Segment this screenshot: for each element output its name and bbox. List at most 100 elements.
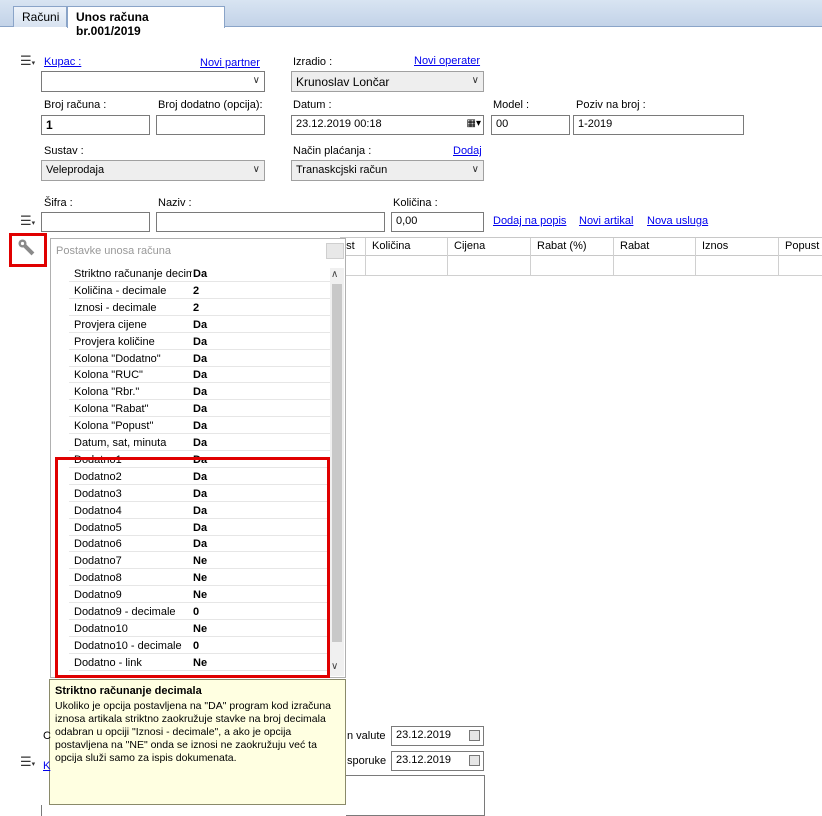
setting-name: Količina - decimale (74, 284, 167, 297)
chevron-down-icon: ∨ (252, 164, 260, 175)
setting-value[interactable]: Da (193, 420, 207, 432)
settings-row[interactable]: Striktno računanje decimalaDa (52, 265, 330, 282)
menu-icon[interactable]: ☰▾ (20, 755, 36, 768)
setting-value[interactable]: 2 (193, 285, 199, 297)
setting-name: Iznosi - decimale (74, 301, 157, 314)
naziv-input[interactable] (156, 212, 385, 232)
scroll-up-icon[interactable]: ∧ (331, 269, 338, 280)
datum-valute-input[interactable]: 23.12.2019 (391, 726, 484, 746)
model-label: Model : (493, 99, 530, 111)
setting-value[interactable]: Da (193, 319, 207, 331)
sustav-select[interactable]: Veleprodaja ∨ (41, 160, 265, 181)
grid-col-header[interactable]: Količina (365, 238, 447, 256)
datum-label: Datum : (293, 99, 332, 111)
chevron-down-icon: ∨ (471, 75, 479, 86)
model-input[interactable]: 00 (491, 115, 570, 135)
settings-wrench-button[interactable] (9, 233, 47, 267)
nacin-placanja-label: Način plaćanja : (293, 145, 372, 157)
poziv-label: Poziv na broj : (576, 99, 646, 111)
setting-name: Provjera količine (74, 335, 155, 348)
kupac-label-link[interactable]: Kupac : (44, 56, 81, 68)
grid-col-header[interactable]: Cijena (447, 238, 530, 256)
setting-value[interactable]: Da (193, 353, 207, 365)
tooltip-body: Ukoliko je opcija postavljena na "DA" pr… (55, 700, 331, 764)
menu-icon[interactable]: ☰▾ (20, 54, 36, 67)
novi-operater-link[interactable]: Novi operater (414, 55, 480, 67)
setting-value[interactable]: Da (193, 268, 207, 280)
grid-col-header[interactable]: Popust (778, 238, 822, 256)
broj-racuna-input[interactable]: 1 (41, 115, 150, 135)
setting-value[interactable]: Da (193, 403, 207, 415)
sifra-label: Šifra : (44, 197, 73, 209)
naziv-label: Naziv : (158, 197, 192, 209)
bottom-label-c: C (43, 730, 51, 742)
calendar-dropdown-icon[interactable]: ▦▾ (467, 118, 481, 129)
kolicina-input[interactable]: 0,00 (391, 212, 484, 232)
setting-name: Kolona "Rabat" (74, 403, 149, 416)
datum-isporuke-input[interactable]: 23.12.2019 (391, 751, 484, 771)
novi-artikal-link[interactable]: Novi artikal (579, 215, 633, 227)
setting-name: Kolona "Popust" (74, 420, 154, 433)
wrench-icon (18, 239, 35, 256)
calendar-icon[interactable] (469, 755, 480, 766)
highlight-box (55, 457, 330, 678)
settings-row[interactable]: Datum, sat, minuta Da (52, 434, 330, 451)
settings-row[interactable]: Kolona "Rabat" Da (52, 400, 330, 418)
datum-isporuke-label: sporuke (347, 755, 387, 767)
setting-value[interactable]: Da (193, 336, 207, 348)
grid-col-header[interactable]: Iznos (695, 238, 778, 256)
setting-name: Kolona "Dodatno" (74, 352, 161, 365)
items-grid-header: ust Količina Cijena Rabat (%) Rabat Izno… (340, 237, 822, 256)
broj-dodatno-input[interactable] (156, 115, 265, 135)
tab-unos-racuna[interactable]: Unos računa br.001/2019 (67, 6, 225, 38)
scrollbar-thumb[interactable] (332, 284, 342, 642)
settings-row[interactable]: Kolona "Popust" Da (52, 417, 330, 435)
settings-row[interactable]: Kolona "Rbr." Da (52, 383, 330, 401)
settings-panel-title: Postavke unosa računa (56, 245, 171, 257)
calendar-icon[interactable] (469, 730, 480, 741)
kupac-select[interactable]: ∨ (41, 71, 265, 92)
datum-input[interactable]: 23.12.2019 00:18 ▦▾ (291, 115, 484, 135)
nova-usluga-link[interactable]: Nova usluga (647, 215, 708, 227)
tooltip-title: Striktno računanje decimala (55, 685, 202, 697)
broj-dodatno-label: Broj dodatno (opcija): (158, 99, 263, 111)
napomena-textarea[interactable] (346, 775, 485, 816)
table-row[interactable] (340, 256, 822, 276)
grid-col-header[interactable]: Rabat (613, 238, 695, 256)
settings-row[interactable]: Provjera cijene Da (52, 316, 330, 333)
bottom-link-k[interactable]: K (43, 760, 50, 772)
poziv-input[interactable]: 1-2019 (573, 115, 744, 135)
izradio-select[interactable]: Krunoslav Lončar ∨ (291, 71, 484, 92)
settings-row[interactable]: Kolona "RUC" Da (52, 366, 330, 384)
chevron-down-icon: ∨ (471, 164, 479, 175)
datum-valute-label: n valute (347, 730, 386, 742)
nacin-placanja-select[interactable]: Tranaskcjski račun ∨ (291, 160, 484, 181)
grid-col-header[interactable]: Rabat (%) (530, 238, 613, 256)
setting-name: Kolona "Rbr." (74, 386, 140, 399)
setting-value[interactable]: Da (193, 386, 207, 398)
settings-row[interactable]: Kolona "Dodatno" Da (52, 350, 330, 367)
setting-name: Datum, sat, minuta (74, 437, 167, 449)
settings-row[interactable]: Količina - decimale 2 (52, 282, 330, 299)
setting-tooltip: Striktno računanje decimala Ukoliko je o… (49, 679, 346, 805)
novi-partner-link[interactable]: Novi partner (200, 57, 260, 69)
dodaj-link[interactable]: Dodaj (453, 145, 482, 157)
panel-close-button[interactable] (326, 243, 344, 259)
scroll-down-icon[interactable]: ∨ (331, 661, 338, 672)
dodaj-na-popis-link[interactable]: Dodaj na popis (493, 215, 566, 227)
sifra-input[interactable] (41, 212, 150, 232)
izradio-label: Izradio : (293, 56, 333, 68)
sustav-label: Sustav : (44, 145, 84, 157)
settings-row[interactable]: Iznosi - decimale 2 (52, 299, 330, 316)
menu-icon[interactable]: ☰▾ (20, 214, 36, 227)
setting-value[interactable]: Da (193, 369, 207, 381)
setting-value[interactable]: 2 (193, 302, 199, 314)
setting-value[interactable]: Da (193, 437, 207, 449)
chevron-down-icon: ∨ (252, 75, 260, 86)
textarea-edge (41, 805, 49, 816)
settings-row[interactable]: Provjera količine Da (52, 333, 330, 350)
kolicina-label: Količina : (393, 197, 438, 209)
tab-racuni[interactable]: Računi (13, 6, 67, 27)
setting-name: Striktno računanje decimala (74, 268, 192, 280)
broj-racuna-label: Broj računa : (44, 99, 107, 111)
